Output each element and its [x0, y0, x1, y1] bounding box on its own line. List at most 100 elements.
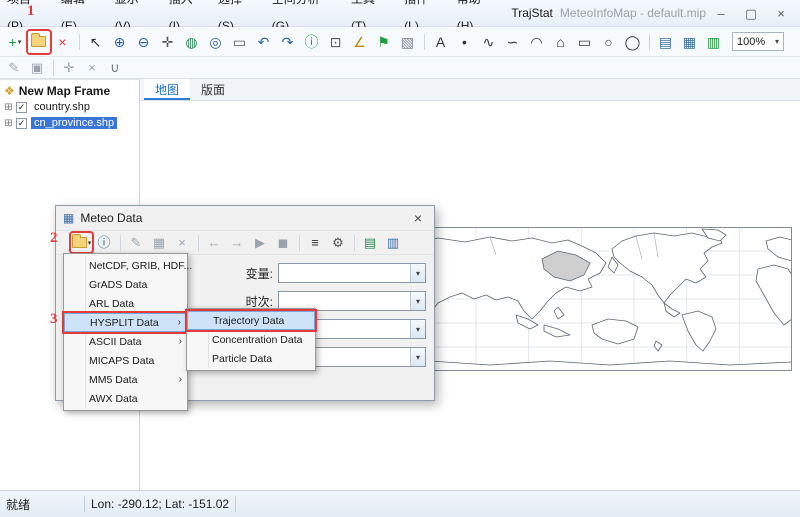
- stop-icon[interactable]: ◼: [273, 233, 294, 252]
- text-tool-icon[interactable]: A: [430, 31, 452, 53]
- folder-glyph: [72, 237, 87, 248]
- open-file-icon[interactable]: [28, 31, 50, 53]
- new-layer-icon[interactable]: + ▾: [4, 31, 26, 53]
- rectangle-tool-icon[interactable]: ▭: [574, 31, 596, 53]
- maximize-button[interactable]: ▢: [736, 0, 766, 27]
- previous-time-icon[interactable]: ←: [204, 233, 225, 252]
- menu-item-label: GrADS Data: [89, 279, 147, 291]
- zoom-to-layer-icon[interactable]: ◎: [205, 31, 227, 53]
- icon-glyph: ↶: [258, 35, 270, 49]
- settings-icon[interactable]: ⚙: [328, 233, 349, 252]
- remove-layer-icon[interactable]: ×: [52, 31, 74, 53]
- remove-data-icon[interactable]: ×: [172, 233, 193, 252]
- full-extent-icon[interactable]: ◍: [181, 31, 203, 53]
- lasso-select-icon[interactable]: ∪: [105, 58, 126, 77]
- menu-item-label: Trajectory Data: [213, 315, 284, 327]
- icon-glyph: ⚑: [377, 35, 390, 49]
- submenu-item-particle[interactable]: Particle Data: [187, 349, 315, 368]
- edit-start-icon[interactable]: ✎: [4, 58, 25, 77]
- save-edits-icon[interactable]: ▣: [27, 58, 48, 77]
- submenu-arrow-icon: ›: [173, 336, 182, 347]
- check-mark-icon: ✓: [18, 119, 26, 128]
- layer-visibility-checkbox[interactable]: ✓: [16, 102, 27, 113]
- attribute-table-icon[interactable]: ▦: [679, 31, 701, 53]
- data-list-icon[interactable]: ≡: [305, 233, 326, 252]
- menu-item-micaps[interactable]: MICAPS Data: [64, 351, 187, 370]
- undo-icon[interactable]: ↶: [253, 31, 275, 53]
- menu-item-mm5[interactable]: MM5 Data ›: [64, 370, 187, 389]
- menu-item-awx[interactable]: AWX Data: [64, 389, 187, 408]
- close-button[interactable]: ×: [766, 0, 796, 27]
- arc-tool-icon[interactable]: ◠: [526, 31, 548, 53]
- next-time-icon[interactable]: →: [227, 233, 248, 252]
- expander-icon[interactable]: ⊞: [3, 102, 14, 113]
- tab-layout[interactable]: 版面: [190, 79, 236, 100]
- menu-item-hysplit[interactable]: HYSPLIT Data ›: [64, 313, 187, 332]
- edit-toolbar-icons: ✎ ▣ ✛ ×: [3, 58, 127, 77]
- dialog-close-button[interactable]: ×: [409, 210, 427, 226]
- icon-glyph: ◠: [530, 35, 542, 49]
- layer-visibility-checkbox[interactable]: ✓: [16, 118, 27, 129]
- animate-icon[interactable]: ▶: [250, 233, 271, 252]
- report-icon[interactable]: ▥: [703, 31, 725, 53]
- move-feature-icon[interactable]: ✛: [59, 58, 80, 77]
- map-frame-node[interactable]: ❖ New Map Frame: [0, 82, 139, 99]
- icon-glyph: ▭: [578, 35, 591, 49]
- insert-image-icon[interactable]: ▧: [397, 31, 419, 53]
- zoom-window-icon[interactable]: ▭: [229, 31, 251, 53]
- menu-item-grads[interactable]: GrADS Data: [64, 275, 187, 294]
- icon-glyph: ✎: [131, 236, 142, 249]
- zoom-in-icon[interactable]: ⊕: [109, 31, 131, 53]
- draw-data-icon[interactable]: ✎: [126, 233, 147, 252]
- combo-arrow-icon[interactable]: ▾: [410, 292, 425, 310]
- submenu-item-concentration[interactable]: Concentration Data: [187, 330, 315, 349]
- polygon-tool-icon[interactable]: ⌂: [550, 31, 572, 53]
- pan-icon[interactable]: ✛: [157, 31, 179, 53]
- open-meteo-data-icon[interactable]: ▾: [71, 233, 92, 252]
- label-icon[interactable]: ⚑: [373, 31, 395, 53]
- view-table-icon[interactable]: ▦: [149, 233, 170, 252]
- point-tool-icon[interactable]: •: [454, 31, 476, 53]
- combo-arrow-icon[interactable]: ▾: [410, 348, 425, 366]
- minimize-button[interactable]: –: [706, 0, 736, 27]
- zoom-level-combo[interactable]: 100% ▾: [732, 32, 784, 51]
- menu-item-label: Particle Data: [212, 353, 272, 365]
- icon-glyph: ∪: [110, 61, 120, 74]
- create-chart-icon[interactable]: ▥: [383, 233, 404, 252]
- zoom-out-icon[interactable]: ⊖: [133, 31, 155, 53]
- polyline-tool-icon[interactable]: ∿: [478, 31, 500, 53]
- circle-tool-icon[interactable]: ○: [598, 31, 620, 53]
- expander-icon[interactable]: ⊞: [3, 118, 14, 129]
- field-label: 变量:: [243, 265, 273, 282]
- tab-map[interactable]: 地图: [144, 79, 190, 100]
- submenu-item-trajectory[interactable]: Trajectory Data: [187, 311, 315, 330]
- data-info-icon[interactable]: ⓘ: [94, 233, 115, 252]
- menu-item-arl[interactable]: ARL Data: [64, 294, 187, 313]
- view-tabs: 地图版面: [140, 79, 800, 101]
- menu-trajstat[interactable]: TrajStat: [504, 0, 560, 27]
- identify-icon[interactable]: ⓘ: [301, 31, 323, 53]
- create-layer-icon[interactable]: ▤: [360, 233, 381, 252]
- icon-glyph: ▣: [31, 61, 43, 74]
- combo-arrow-icon[interactable]: ▾: [410, 320, 425, 338]
- select-tool-icon[interactable]: ↖: [85, 31, 107, 53]
- dialog-title-bar[interactable]: ▦ Meteo Data ×: [56, 206, 434, 231]
- layers-view-icon[interactable]: ▤: [655, 31, 677, 53]
- menu-item-netcdf[interactable]: NetCDF, GRIB, HDF...: [64, 256, 187, 275]
- redo-icon[interactable]: ↷: [277, 31, 299, 53]
- field-combobox[interactable]: ▾: [278, 263, 426, 283]
- icon-glyph: ↖: [90, 35, 102, 49]
- icon-glyph: +: [9, 35, 17, 49]
- icon-glyph: ←: [208, 236, 221, 249]
- menu-item-ascii[interactable]: ASCII Data ›: [64, 332, 187, 351]
- curve-tool-icon[interactable]: ∽: [502, 31, 524, 53]
- ellipse-tool-icon[interactable]: ◯: [622, 31, 644, 53]
- map-frame-label: New Map Frame: [19, 84, 110, 98]
- delete-feature-icon[interactable]: ×: [82, 58, 103, 77]
- layer-country[interactable]: ⊞ ✓ country.shp: [0, 99, 139, 115]
- select-feature-icon[interactable]: ⊡: [325, 31, 347, 53]
- measure-icon[interactable]: ∠: [349, 31, 371, 53]
- layer-cn-province[interactable]: ⊞ ✓ cn_province.shp: [0, 115, 139, 131]
- combo-arrow-icon[interactable]: ▾: [410, 264, 425, 282]
- statusbar-divider: [84, 496, 85, 512]
